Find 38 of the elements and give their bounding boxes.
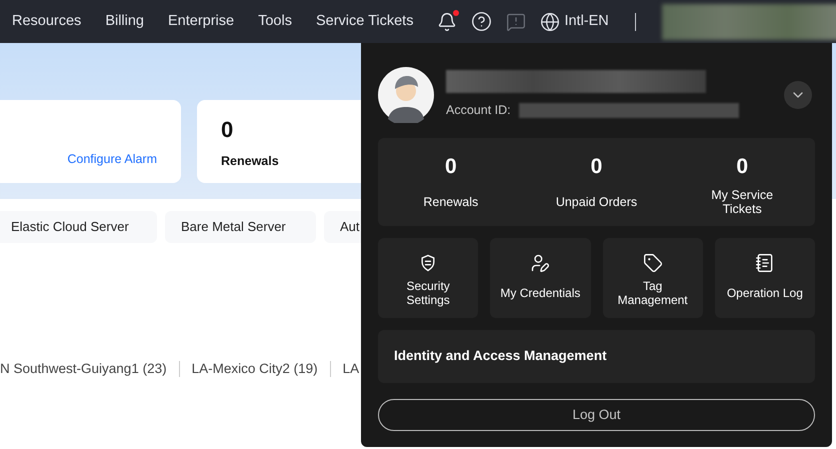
user-pen-icon (530, 253, 550, 273)
user-name-redacted[interactable] (662, 4, 836, 40)
account-id-label: Account ID: (446, 102, 511, 120)
help-icon[interactable] (471, 11, 492, 32)
nav-link[interactable]: Tools (258, 10, 292, 32)
bell-icon[interactable] (437, 12, 458, 32)
renewals-label: Renewals (221, 153, 279, 170)
nav-link[interactable]: Service Tickets (316, 10, 414, 32)
region-item[interactable]: N Southwest-Guiyang1 (23) (0, 359, 167, 380)
stat-value[interactable]: 0 (590, 154, 602, 180)
stat-value[interactable]: 0 (736, 154, 748, 180)
shortcut-tile[interactable]: My Credentials (490, 238, 590, 318)
stat-label[interactable]: Renewals (406, 188, 496, 216)
nav-link[interactable]: Resources (12, 10, 82, 32)
feedback-icon[interactable] (506, 12, 526, 32)
stat-value[interactable]: 0 (444, 154, 457, 180)
nav-link[interactable]: Billing (105, 10, 144, 32)
region-item[interactable]: LA-Mexico City2 (19) (192, 359, 318, 380)
language-label: Intl-EN (564, 12, 609, 31)
region-item[interactable]: LA (342, 359, 360, 380)
service-shortcut[interactable]: Bare Metal Server (165, 211, 316, 243)
shortcut-tile[interactable]: Tag Management (602, 238, 703, 318)
configure-alarm-link[interactable]: Configure Alarm (67, 150, 157, 169)
nav-link[interactable]: Enterprise (168, 10, 234, 32)
language-button[interactable]: Intl-EN (540, 10, 609, 32)
stat-label[interactable]: Unpaid Orders (551, 188, 642, 216)
stat-label[interactable]: My Service Tickets (697, 188, 788, 216)
shortcut-tile[interactable]: Security Settings (378, 238, 478, 318)
document-icon (754, 253, 775, 273)
log-out-button[interactable]: Log Out (378, 399, 815, 431)
globe-icon (540, 12, 560, 32)
tag-icon (642, 253, 663, 273)
expand-button[interactable] (784, 81, 812, 109)
shortcut-tile[interactable]: Operation Log (714, 238, 815, 318)
avatar (378, 67, 434, 123)
renewals-count: 0 (221, 116, 234, 144)
iam-entry[interactable]: Identity and Access Management (378, 330, 815, 383)
service-shortcut[interactable]: Elastic Cloud Server (0, 211, 157, 243)
